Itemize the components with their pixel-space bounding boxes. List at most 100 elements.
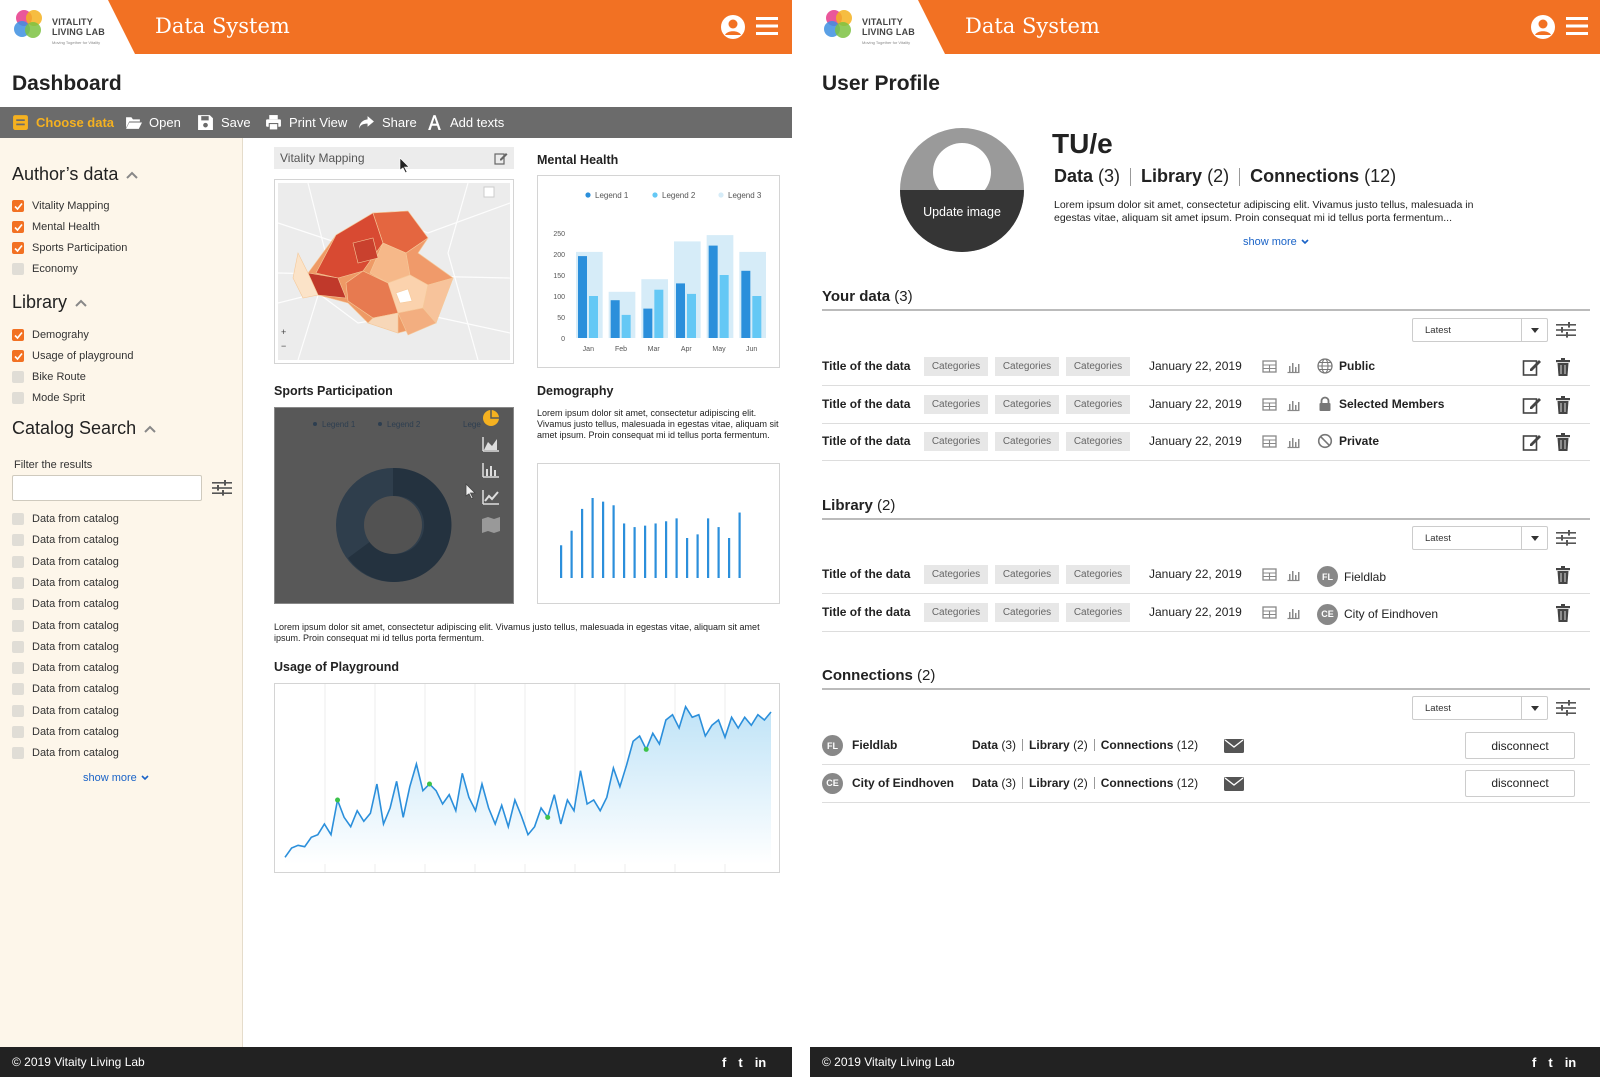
edit-icon[interactable] [1522, 395, 1542, 415]
chart-view-icon[interactable] [1286, 605, 1301, 620]
mental-health-bar-chart[interactable]: Legend 1 Legend 2 Legend 3 250 200 150 100 50 0 J… [538, 176, 780, 368]
catalog-item[interactable]: Data from catalog [12, 534, 119, 547]
chart-view-button[interactable] [1286, 567, 1301, 582]
category-tag[interactable]: Categories [924, 432, 988, 451]
data-row[interactable]: Title of the data Categories Categories Cat… [822, 594, 1590, 632]
data-point-marker[interactable] [545, 814, 551, 820]
bar-legend-2[interactable] [687, 293, 696, 338]
facebook-icon[interactable]: f [1532, 1055, 1536, 1070]
edit-icon[interactable] [1522, 357, 1542, 377]
facebook-icon[interactable]: f [722, 1055, 726, 1070]
table-view-button[interactable] [1262, 397, 1277, 412]
connection-stat-data[interactable]: Data (3) [972, 738, 1016, 752]
hamburger-menu-icon[interactable] [756, 16, 778, 36]
bar-legend-2[interactable] [752, 296, 762, 338]
checkbox-checked[interactable] [12, 350, 24, 362]
delete-button[interactable] [1555, 603, 1571, 622]
checkbox-unchecked[interactable] [12, 640, 24, 653]
demography-bar[interactable] [707, 518, 710, 578]
demography-card[interactable] [537, 463, 780, 604]
connection-stat-data[interactable]: Data (3) [972, 776, 1016, 790]
data-point-marker[interactable] [335, 797, 341, 803]
data-title[interactable]: Title of the data [822, 605, 910, 619]
connection-stat-connections[interactable]: Connections (12) [1101, 738, 1198, 752]
data-row[interactable]: Title of the data Categories Categories Cat… [822, 556, 1590, 594]
mail-icon[interactable] [1224, 739, 1244, 753]
delete-button[interactable] [1555, 566, 1571, 584]
share-button[interactable]: Share [358, 107, 417, 138]
bar-legend-1[interactable] [708, 245, 718, 338]
table-view-button[interactable] [1262, 359, 1277, 374]
category-tag[interactable]: Categories [995, 565, 1059, 584]
logo[interactable]: VITALITY LIVING LAB Moving Together for V… [810, 0, 945, 54]
category-tag[interactable]: Categories [995, 432, 1059, 451]
demography-bar[interactable] [738, 512, 741, 578]
message-button[interactable] [1224, 739, 1244, 753]
sidebar-checkbox-item[interactable]: Bike Route [12, 371, 86, 383]
catalog-item[interactable]: Data from catalog [12, 662, 119, 675]
checkbox-unchecked[interactable] [12, 683, 24, 696]
category-tag[interactable]: Categories [995, 394, 1059, 414]
data-row[interactable]: Title of the data Categories Categories Cat… [822, 386, 1590, 424]
edit-icon[interactable] [1522, 432, 1542, 452]
demography-bar[interactable] [623, 523, 626, 578]
sidebar-checkbox-item[interactable]: Vitality Mapping [12, 200, 109, 212]
checkbox-unchecked[interactable] [12, 619, 24, 632]
chart-view-icon[interactable] [1286, 567, 1301, 582]
disconnect-button[interactable]: disconnect [1465, 769, 1575, 797]
owner[interactable]: FL Fieldlab [1317, 566, 1386, 587]
library-heading[interactable]: Library [12, 292, 87, 313]
data-row[interactable]: Title of the data Categories Categories Cat… [822, 423, 1590, 461]
sort-select[interactable]: Latest [1412, 696, 1548, 720]
category-tag[interactable]: Categories [924, 602, 988, 622]
table-view-button[interactable] [1262, 567, 1277, 582]
edit-icon[interactable] [494, 151, 508, 165]
table-view-button[interactable] [1262, 434, 1277, 449]
data-title[interactable]: Title of the data [822, 359, 910, 373]
twitter-icon[interactable]: t [738, 1055, 742, 1070]
print-view-button[interactable]: Print View [265, 107, 347, 138]
chart-view-icon[interactable] [1286, 359, 1301, 374]
sidebar-checkbox-item[interactable]: Mental Health [12, 221, 100, 233]
user-account-icon[interactable] [1530, 14, 1556, 40]
trash-icon[interactable] [1555, 395, 1571, 414]
category-tag[interactable]: Categories [1066, 432, 1130, 451]
area-chart-type-icon[interactable] [481, 435, 501, 453]
dropdown-arrow[interactable] [1521, 697, 1547, 719]
demography-bar[interactable] [717, 527, 720, 578]
bar-legend-1[interactable] [610, 300, 620, 338]
catalog-item[interactable]: Data from catalog [12, 747, 119, 760]
edit-button[interactable] [1522, 395, 1542, 415]
checkbox-checked[interactable] [12, 329, 24, 341]
linkedin-icon[interactable]: in [755, 1055, 767, 1070]
sliders-filter-icon[interactable] [1556, 322, 1576, 338]
data-title[interactable]: Title of the data [822, 397, 910, 411]
hamburger-menu-icon[interactable] [1566, 16, 1588, 36]
chart-view-button[interactable] [1286, 359, 1301, 374]
trash-icon[interactable] [1555, 358, 1571, 376]
checkbox-checked[interactable] [12, 221, 24, 233]
sort-select[interactable]: Latest [1412, 318, 1548, 342]
checkbox-unchecked[interactable] [12, 747, 24, 760]
sliders-filter-icon[interactable] [1556, 700, 1576, 716]
demography-bar[interactable] [570, 530, 573, 578]
demography-bar[interactable] [728, 538, 731, 578]
sidebar-checkbox-item[interactable]: Sports Participation [12, 242, 127, 254]
profile-show-more-link[interactable]: show more [1243, 236, 1309, 248]
trash-icon[interactable] [1555, 433, 1571, 451]
chart-view-icon[interactable] [1286, 434, 1301, 449]
sliders-filter-icon[interactable] [1556, 530, 1576, 546]
data-title[interactable]: Title of the data [822, 567, 910, 581]
checkbox-unchecked[interactable] [12, 726, 24, 738]
dropdown-arrow[interactable] [1521, 527, 1547, 549]
connection-name[interactable]: City of Eindhoven [852, 776, 954, 790]
demography-bar[interactable] [644, 525, 647, 578]
category-tag[interactable]: Categories [995, 602, 1059, 622]
line-chart-type-icon[interactable] [481, 488, 501, 506]
mail-icon[interactable] [1224, 776, 1244, 791]
demography-bar-chart[interactable] [538, 464, 780, 604]
demography-bar[interactable] [665, 521, 668, 578]
update-image-button[interactable]: Update image [900, 205, 1024, 219]
authors-data-heading[interactable]: Author’s data [12, 164, 139, 185]
trash-icon[interactable] [1555, 603, 1571, 622]
